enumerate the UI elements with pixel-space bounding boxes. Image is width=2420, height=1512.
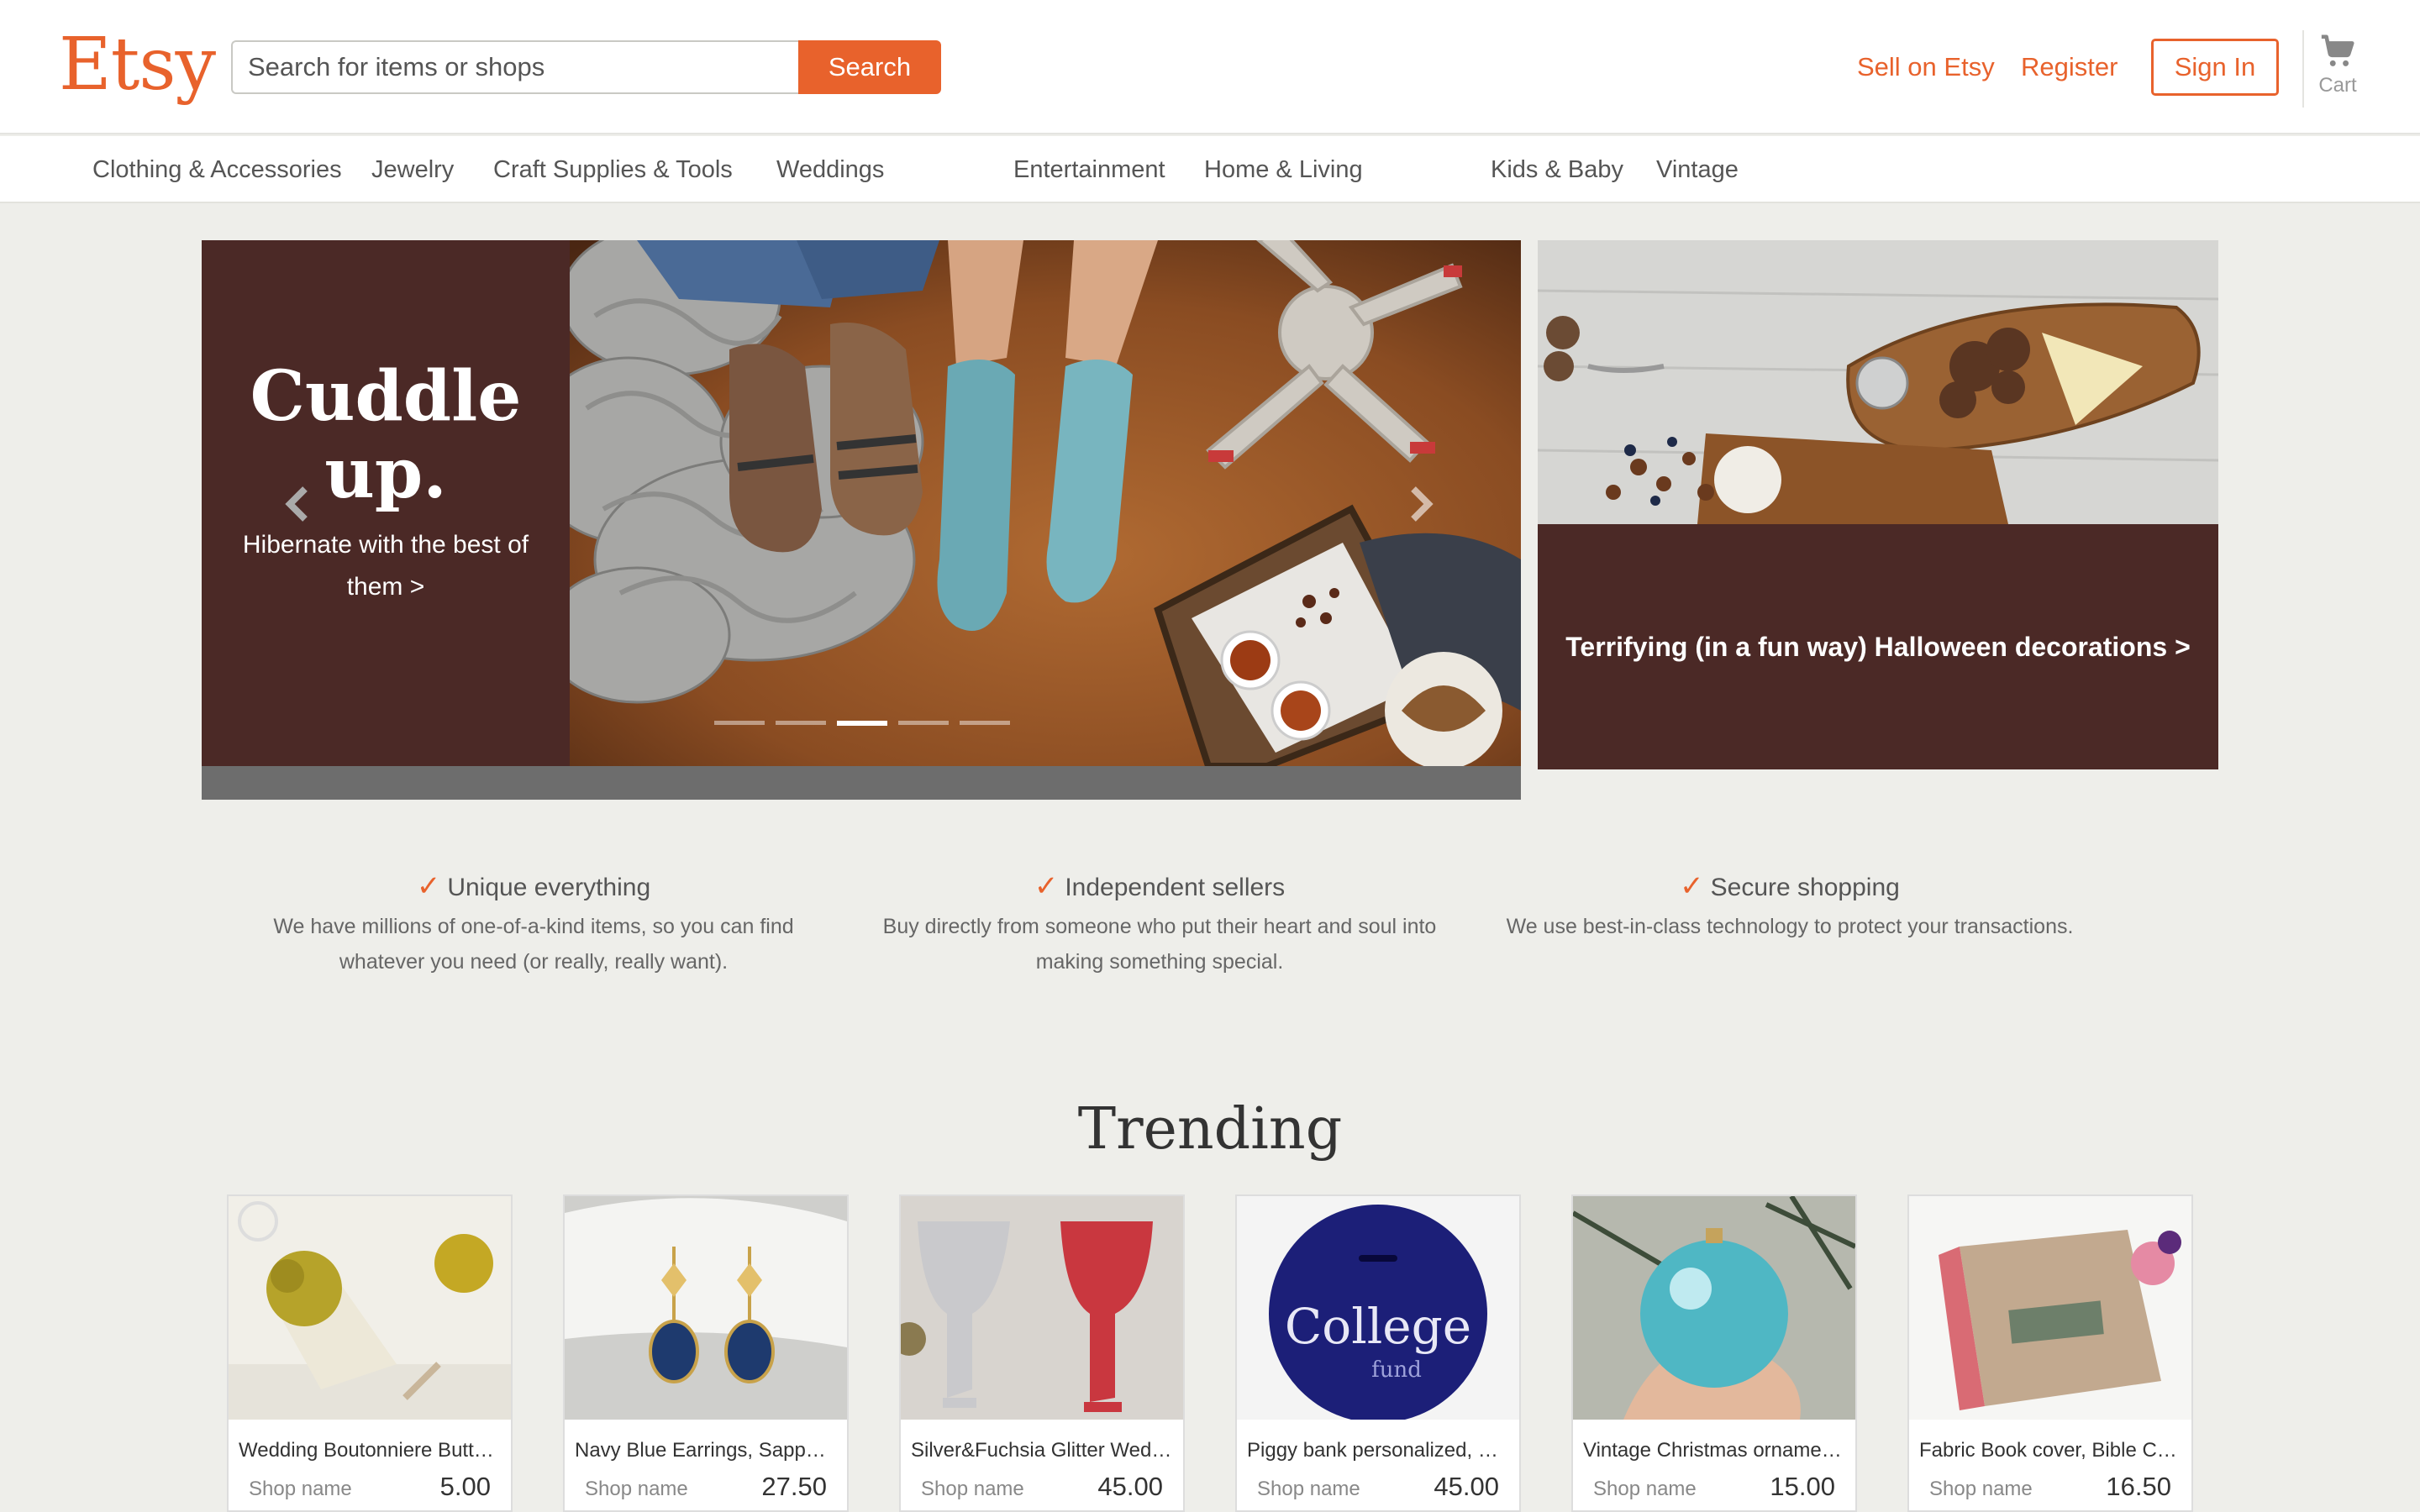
listing-image xyxy=(1909,1196,2191,1420)
value-prop-unique: ✓ Unique everything We have millions of o… xyxy=(252,865,815,979)
cart-button[interactable]: Cart xyxy=(2304,32,2371,108)
listing-title[interactable]: Piggy bank personalized, … xyxy=(1247,1436,1509,1465)
listing-price: 45.00 xyxy=(1434,1472,1499,1501)
listing-price: 5.00 xyxy=(439,1472,491,1501)
listing-title[interactable]: Vintage Christmas orname… xyxy=(1583,1436,1845,1465)
value-prop-title: Unique everything xyxy=(447,874,651,901)
listing-card[interactable]: Fabric Book cover, Bible C… Shop name 16… xyxy=(1907,1194,2193,1512)
hero-text-panel: Cuddle up. Hibernate with the best of th… xyxy=(202,240,570,766)
value-prop-description: We have millions of one-of-a-kind items,… xyxy=(273,915,794,974)
listing-card[interactable]: Vintage Christmas orname… Shop name 15.0… xyxy=(1571,1194,1857,1512)
listing-price: 15.00 xyxy=(1770,1472,1835,1501)
etsy-logo[interactable]: Etsy xyxy=(59,18,216,111)
sign-in-button[interactable]: Sign In xyxy=(2151,39,2279,96)
cart-icon xyxy=(2321,34,2354,66)
cart-label: Cart xyxy=(2318,74,2357,97)
carousel-prev-button[interactable] xyxy=(273,479,324,529)
listing-shop-name[interactable]: Shop name xyxy=(585,1475,688,1504)
trending-heading: Trending xyxy=(1077,1096,1343,1163)
carousel-indicators xyxy=(714,721,1010,727)
listing-shop-name[interactable]: Shop name xyxy=(1593,1475,1697,1504)
checkmark-icon: ✓ xyxy=(1680,870,1704,902)
listing-card[interactable]: Navy Blue Earrings, Sapp… Shop name 27.5… xyxy=(563,1194,849,1512)
listing-image: College fund xyxy=(1237,1196,1519,1420)
listing-price: 27.50 xyxy=(761,1472,827,1501)
listing-price: 45.00 xyxy=(1097,1472,1163,1501)
value-prop-secure: ✓ Secure shopping We use best-in-class te… xyxy=(1487,865,2092,944)
hero-subtitle-link[interactable]: Hibernate with the best of them > xyxy=(227,524,544,608)
category-vintage[interactable]: Vintage xyxy=(1656,153,1739,186)
listing-shop-name[interactable]: Shop name xyxy=(921,1475,1024,1504)
value-prop-heading: ✓ Secure shopping xyxy=(1487,865,2092,909)
listing-image xyxy=(901,1196,1183,1420)
carousel-dot[interactable] xyxy=(776,721,826,725)
listing-card[interactable]: Wedding Boutonniere Butt… Shop name 5.00 xyxy=(227,1194,513,1512)
category-jewelry[interactable]: Jewelry xyxy=(371,153,454,186)
value-prop-title: Independent sellers xyxy=(1065,874,1286,901)
search-input[interactable] xyxy=(231,40,799,94)
value-prop-heading: ✓ Unique everything xyxy=(252,865,815,909)
listing-title[interactable]: Wedding Boutonniere Butt… xyxy=(239,1436,501,1465)
carousel-next-button[interactable] xyxy=(1395,479,1445,529)
svg-text:College: College xyxy=(1285,1298,1471,1355)
promo-link-text[interactable]: Terrifying (in a fun way) Halloween deco… xyxy=(1538,524,2218,769)
category-nav: Clothing & Accessories Jewelry Craft Sup… xyxy=(0,136,2420,203)
value-prop-description: We use best-in-class technology to prote… xyxy=(1506,915,2074,938)
category-entertainment[interactable]: Entertainment xyxy=(1013,153,1165,186)
carousel-dot[interactable] xyxy=(714,721,765,725)
listing-image xyxy=(229,1196,511,1420)
listing-card[interactable]: Silver&Fuchsia Glitter Wed… Shop name 45… xyxy=(899,1194,1185,1512)
checkmark-icon: ✓ xyxy=(1034,870,1059,902)
category-weddings[interactable]: Weddings xyxy=(776,153,884,186)
hero-carousel: Cuddle up. Hibernate with the best of th… xyxy=(202,240,1521,800)
category-kids-baby[interactable]: Kids & Baby xyxy=(1491,153,1623,186)
register-link[interactable]: Register xyxy=(2021,49,2118,86)
listing-title[interactable]: Silver&Fuchsia Glitter Wed… xyxy=(911,1436,1173,1465)
carousel-dot[interactable] xyxy=(960,721,1010,725)
value-prop-heading: ✓ Independent sellers xyxy=(874,865,1445,909)
checkmark-icon: ✓ xyxy=(416,870,441,902)
chevron-left-icon xyxy=(285,486,308,522)
listing-card[interactable]: College fund Piggy bank personalized, … … xyxy=(1235,1194,1521,1512)
site-header: Etsy Search Sell on Etsy Register Sign I… xyxy=(0,0,2420,134)
listing-shop-name[interactable]: Shop name xyxy=(1257,1475,1360,1504)
promo-image xyxy=(1538,240,2218,524)
carousel-dot-active[interactable] xyxy=(837,721,887,726)
chevron-right-icon xyxy=(1411,486,1434,522)
category-craft-supplies-tools[interactable]: Craft Supplies & Tools xyxy=(493,153,733,186)
value-prop-title: Secure shopping xyxy=(1710,874,1900,901)
listing-title[interactable]: Navy Blue Earrings, Sapp… xyxy=(575,1436,837,1465)
category-clothing-accessories[interactable]: Clothing & Accessories xyxy=(92,153,342,186)
listing-shop-name[interactable]: Shop name xyxy=(1929,1475,2033,1504)
listing-image xyxy=(565,1196,847,1420)
search-bar: Search xyxy=(231,40,941,94)
listing-title[interactable]: Fabric Book cover, Bible C… xyxy=(1919,1436,2181,1465)
category-home-living[interactable]: Home & Living xyxy=(1204,153,1363,186)
hero-title: Cuddle up. xyxy=(250,356,522,514)
listing-image xyxy=(1573,1196,1855,1420)
value-prop-independent: ✓ Independent sellers Buy directly from s… xyxy=(874,865,1445,979)
hero-image[interactable] xyxy=(570,240,1521,766)
search-button[interactable]: Search xyxy=(798,40,941,94)
carousel-dot[interactable] xyxy=(898,721,949,725)
listing-price: 16.50 xyxy=(2106,1472,2171,1501)
listing-shop-name[interactable]: Shop name xyxy=(249,1475,352,1504)
halloween-promo[interactable]: Terrifying (in a fun way) Halloween deco… xyxy=(1538,240,2218,769)
svg-text:fund: fund xyxy=(1371,1357,1422,1383)
value-prop-description: Buy directly from someone who put their … xyxy=(882,915,1437,974)
sell-on-etsy-link[interactable]: Sell on Etsy xyxy=(1857,49,1995,86)
